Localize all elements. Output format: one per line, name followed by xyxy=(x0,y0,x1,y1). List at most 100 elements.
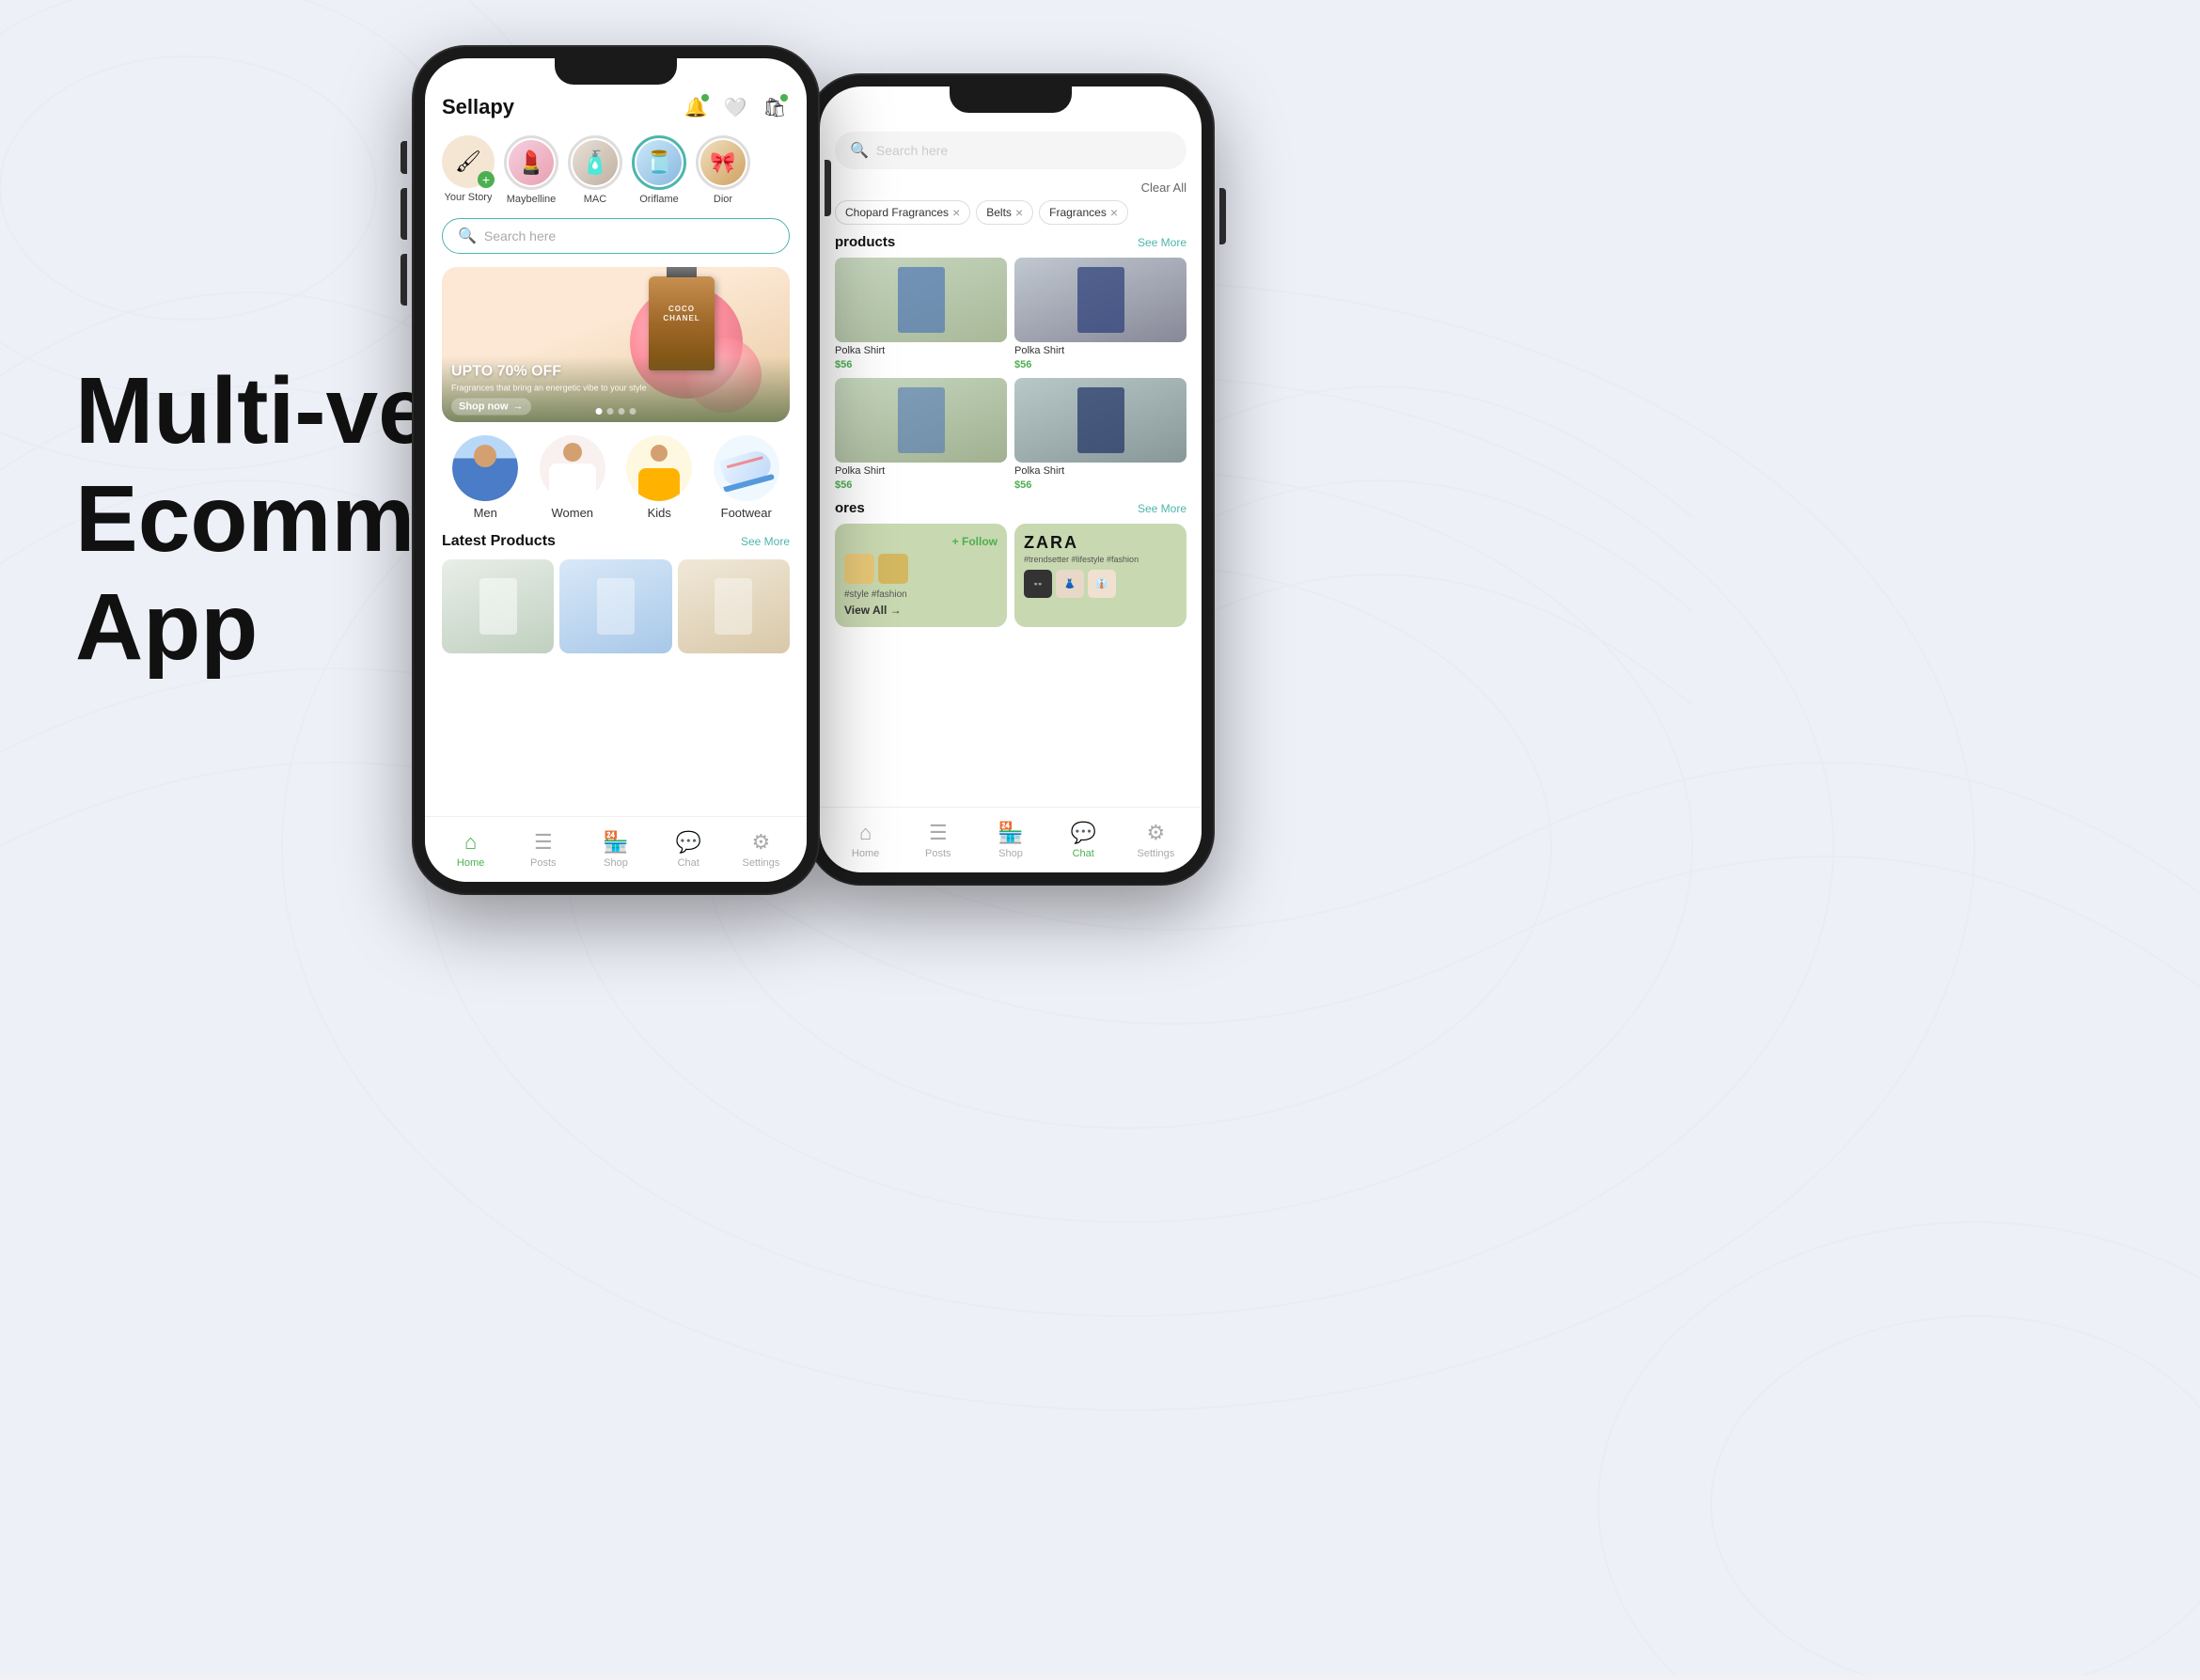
side-button-vol-down xyxy=(401,254,407,306)
p2-product-1-price: $56 xyxy=(835,359,1007,370)
nav-home-label: Home xyxy=(457,857,484,869)
chip-fragrances-remove[interactable]: × xyxy=(1110,205,1118,220)
wishlist-icon[interactable]: 🤍 xyxy=(720,92,750,122)
store-follow-button[interactable]: + Follow xyxy=(952,535,998,548)
p2-product-4-price: $56 xyxy=(1014,479,1186,491)
product-card-1[interactable] xyxy=(442,559,554,653)
chip-belts-remove[interactable]: × xyxy=(1015,205,1023,220)
category-kids-label: Kids xyxy=(648,506,671,520)
chip-chopard[interactable]: Chopard Fragrances × xyxy=(835,200,970,225)
p2-nav-chat[interactable]: 💬 Chat xyxy=(1047,821,1120,859)
cart-badge xyxy=(780,94,788,102)
story-your-story[interactable]: 🖌 + Your Story xyxy=(442,135,495,205)
nav-shop[interactable]: 🏪 Shop xyxy=(579,830,652,869)
p2-nav-shop-label: Shop xyxy=(998,848,1023,859)
story-mac[interactable]: 🧴 MAC xyxy=(568,135,622,205)
latest-products-header: Latest Products See More xyxy=(442,533,790,550)
story-dior[interactable]: 🎀 Dior xyxy=(696,135,750,205)
p2-product-1-name: Polka Shirt xyxy=(835,345,1007,356)
p2-product-2[interactable]: Polka Shirt $56 xyxy=(1014,258,1186,370)
story-oriflame[interactable]: 🫙 Oriflame xyxy=(632,135,686,205)
p2-products-see-more[interactable]: See More xyxy=(1138,236,1186,249)
p2-settings-icon: ⚙ xyxy=(1147,821,1166,845)
nav-home[interactable]: ⌂ Home xyxy=(434,830,507,869)
search-bar[interactable]: 🔍 Search here xyxy=(442,218,790,254)
categories-row: Men Women xyxy=(442,435,790,520)
category-women-circle xyxy=(540,435,605,501)
clear-all-button[interactable]: Clear All xyxy=(1141,181,1186,195)
side-button-mute xyxy=(401,141,407,174)
app-title: Sellapy xyxy=(442,95,514,119)
shop-now-button[interactable]: Shop now → xyxy=(451,399,531,416)
category-kids-circle xyxy=(626,435,692,501)
story-dior-label: Dior xyxy=(714,194,732,205)
posts-icon: ☰ xyxy=(534,830,553,855)
category-footwear-label: Footwear xyxy=(721,506,772,520)
p2-search-bar[interactable]: 🔍 Search here xyxy=(835,132,1186,169)
story-maybelline[interactable]: 💄 Maybelline xyxy=(504,135,558,205)
p2-product-4-image xyxy=(1014,378,1186,463)
phone2-notch xyxy=(950,86,1072,113)
clear-all-row: Clear All xyxy=(835,181,1186,195)
category-footwear-circle xyxy=(714,435,779,501)
category-men[interactable]: Men xyxy=(452,435,518,520)
store-card-1[interactable]: + Follow #style #fashion View All → xyxy=(835,524,1007,627)
story-oriflame-label: Oriflame xyxy=(639,194,679,205)
phone-notch xyxy=(555,58,677,85)
search-icon: 🔍 xyxy=(458,227,477,245)
nav-chat[interactable]: 💬 Chat xyxy=(652,830,725,869)
chip-fragrances[interactable]: Fragrances × xyxy=(1039,200,1128,225)
p2-nav-shop[interactable]: 🏪 Shop xyxy=(974,821,1046,859)
notification-badge xyxy=(701,94,709,102)
p2-chat-icon: 💬 xyxy=(1071,821,1096,845)
header-icons: 🔔 🤍 🛍 xyxy=(681,92,790,122)
phone2: 🔍 Search here Clear All Chopard Fragranc… xyxy=(809,75,1213,884)
nav-posts-label: Posts xyxy=(530,857,557,869)
p2-products-grid: Polka Shirt $56 Polka Shirt $56 xyxy=(835,258,1186,491)
p2-nav-posts[interactable]: ☰ Posts xyxy=(902,821,974,859)
nav-shop-label: Shop xyxy=(604,857,628,869)
p2-product-3-image xyxy=(835,378,1007,463)
promo-banner[interactable]: COCOCHANEL UPTO 70% OFF Fragrances that … xyxy=(442,267,790,422)
chip-chopard-remove[interactable]: × xyxy=(952,205,960,220)
p2-product-4-name: Polka Shirt xyxy=(1014,465,1186,477)
nav-settings[interactable]: ⚙ Settings xyxy=(725,830,797,869)
p2-products-header: products See More xyxy=(835,234,1186,250)
p2-nav-chat-label: Chat xyxy=(1073,848,1094,859)
story-maybelline-avatar: 💄 xyxy=(504,135,558,190)
chip-belts[interactable]: Belts × xyxy=(976,200,1033,225)
category-kids[interactable]: Kids xyxy=(626,435,692,520)
store-view-all-button[interactable]: View All → xyxy=(844,604,998,617)
banner-text: UPTO 70% OFF Fragrances that bring an en… xyxy=(451,364,647,416)
p2-product-3-price: $56 xyxy=(835,479,1007,491)
p2-stores-header: ores See More xyxy=(835,500,1186,516)
store-1-thumbs xyxy=(844,554,998,584)
p2-stores-title: ores xyxy=(835,500,865,516)
p2-nav-settings[interactable]: ⚙ Settings xyxy=(1120,821,1192,859)
product-card-2[interactable] xyxy=(559,559,671,653)
product-card-3[interactable] xyxy=(678,559,790,653)
p2-product-1-image xyxy=(835,258,1007,342)
filter-chips: Chopard Fragrances × Belts × Fragrances … xyxy=(835,200,1186,225)
category-footwear[interactable]: Footwear xyxy=(714,435,779,520)
phone1: Sellapy 🔔 🤍 🛍 xyxy=(414,47,818,893)
nav-posts[interactable]: ☰ Posts xyxy=(507,830,579,869)
store-card-zara[interactable]: ZARA #trendsetter #lifestyle #fashion 👓 … xyxy=(1014,524,1186,627)
banner-overlay: UPTO 70% OFF Fragrances that bring an en… xyxy=(442,356,790,422)
category-men-label: Men xyxy=(474,506,497,520)
story-your-story-label: Your Story xyxy=(445,192,493,203)
p2-product-1[interactable]: Polka Shirt $56 xyxy=(835,258,1007,370)
shop-icon: 🏪 xyxy=(603,830,628,855)
p2-product-2-name: Polka Shirt xyxy=(1014,345,1186,356)
notification-icon[interactable]: 🔔 xyxy=(681,92,711,122)
story-mac-label: MAC xyxy=(584,194,606,205)
p2-product-3[interactable]: Polka Shirt $56 xyxy=(835,378,1007,491)
category-women[interactable]: Women xyxy=(540,435,605,520)
p2-product-4[interactable]: Polka Shirt $56 xyxy=(1014,378,1186,491)
p2-home-icon: ⌂ xyxy=(859,821,872,845)
p2-nav-home[interactable]: ⌂ Home xyxy=(829,821,902,859)
p2-stores-see-more[interactable]: See More xyxy=(1138,502,1186,515)
cart-icon[interactable]: 🛍 xyxy=(760,92,790,122)
products-grid xyxy=(442,559,790,653)
latest-products-see-more[interactable]: See More xyxy=(741,535,790,548)
